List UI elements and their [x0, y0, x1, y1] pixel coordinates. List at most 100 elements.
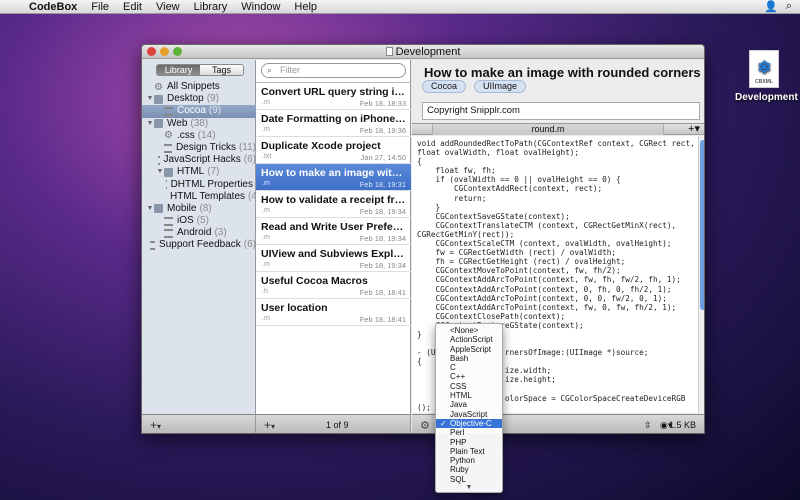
- snippet-list-item[interactable]: UIView and Subviews Exploded .m Feb 18, 19…: [256, 245, 411, 272]
- scrollbar-thumb[interactable]: [700, 140, 704, 310]
- folder-icon: [164, 167, 173, 177]
- snippet-title[interactable]: How to make an image with rounded corner…: [424, 65, 701, 80]
- language-stepper-icon[interactable]: ⇳: [644, 420, 652, 431]
- list-icon: [164, 106, 173, 116]
- language-option[interactable]: ActionScript: [436, 335, 502, 344]
- folder-icon: [154, 119, 163, 129]
- snippet-list-item[interactable]: How to make an image with rounded corner…: [256, 164, 411, 191]
- sidebar-item-all-snippets[interactable]: ⚙ All Snippets: [142, 81, 256, 93]
- tag-uiimage[interactable]: UIImage: [474, 80, 527, 93]
- tag-cocoa[interactable]: Cocoa: [422, 80, 467, 93]
- code-line: CGContextAddArcToPoint(context, 0, 0, fw…: [417, 293, 667, 303]
- snippet-item-date: Feb 18, 18:33: [359, 99, 406, 108]
- language-option[interactable]: JavaScript: [436, 410, 502, 419]
- add-file-label: +: [688, 123, 695, 135]
- menu-library[interactable]: Library: [187, 1, 235, 13]
- sidebar-item-support-feedback[interactable]: Support Feedback (6): [142, 239, 256, 251]
- gear-icon[interactable]: ⚙: [420, 419, 430, 432]
- language-option[interactable]: Bash: [436, 354, 502, 363]
- language-option-label: SQL: [450, 474, 467, 484]
- language-option[interactable]: <None>: [436, 326, 502, 335]
- menu-help[interactable]: Help: [287, 1, 324, 13]
- language-option[interactable]: Perl: [436, 428, 502, 437]
- language-option-label: HTML: [450, 391, 472, 401]
- sidebar-item-html-templates[interactable]: HTML Templates (4): [142, 191, 260, 203]
- sidebar-item-desktop[interactable]: ▼ Desktop (9): [142, 93, 256, 105]
- language-option[interactable]: PHP: [436, 438, 502, 447]
- language-option[interactable]: AppleScript: [436, 345, 502, 354]
- language-option[interactable]: Ruby: [436, 465, 502, 474]
- list-icon: [157, 155, 160, 165]
- sidebar-item-mobile[interactable]: ▼ Mobile (8): [142, 203, 256, 215]
- minimize-window-button[interactable]: [160, 47, 169, 56]
- desktop-file-label: Development: [735, 92, 798, 103]
- filter-search-input[interactable]: ⌕ Filter: [261, 63, 406, 78]
- snippet-list-item[interactable]: User location .m Feb 18, 18:41: [256, 299, 411, 326]
- user-icon[interactable]: 👤: [764, 0, 778, 13]
- disclosure-triangle-icon[interactable]: ▼: [146, 203, 154, 215]
- language-option[interactable]: HTML: [436, 391, 502, 400]
- smart-folder-icon: ⚙: [154, 81, 163, 93]
- desktop-file-icon[interactable]: ❄ CBXML Development: [735, 50, 798, 103]
- language-option[interactable]: CSS: [436, 382, 502, 391]
- snippet-item-date: Feb 18, 18:41: [359, 315, 406, 324]
- sidebar-item-design-tricks[interactable]: Design Tricks (11): [142, 142, 256, 154]
- tab-tags[interactable]: Tags: [200, 65, 243, 75]
- snippet-list-item[interactable]: Convert URL query string into NSDictiona…: [256, 83, 411, 110]
- file-tab-round-m[interactable]: round.m: [432, 124, 664, 135]
- code-scrollbar[interactable]: [698, 136, 704, 413]
- snippet-list-item[interactable]: Read and Write User Preferences.m Feb 18,…: [256, 218, 411, 245]
- disclosure-triangle-icon[interactable]: ▼: [146, 118, 154, 130]
- sidebar-item-javascript-hacks[interactable]: JavaScript Hacks (6): [142, 154, 256, 166]
- snippet-list-item[interactable]: Duplicate Xcode project .txt Jan 27, 14:50: [256, 137, 411, 164]
- zoom-window-button[interactable]: [173, 47, 182, 56]
- scroll-down-arrow-icon[interactable]: ▼: [436, 484, 502, 491]
- disclosure-triangle-icon[interactable]: ▼: [146, 93, 154, 105]
- snippet-list-item[interactable]: Date Formatting on iPhone and Cocoa.m Feb…: [256, 110, 411, 137]
- copyright-field[interactable]: Copyright Snipplr.com: [422, 102, 700, 120]
- language-option[interactable]: Plain Text: [436, 447, 502, 456]
- menu-window[interactable]: Window: [234, 1, 287, 13]
- library-tree: ⚙ All Snippets ▼ Desktop (9) Cocoa (9) ▼ Web (38)…: [142, 81, 260, 252]
- snippet-list-item[interactable]: How to validate a receipt from the Mac A…: [256, 191, 411, 218]
- menu-file[interactable]: File: [84, 1, 116, 13]
- language-option[interactable]: C: [436, 363, 502, 372]
- snippet-count: 1 of 9: [326, 420, 349, 430]
- snippet-item-date: Feb 18, 18:41: [359, 288, 406, 297]
- sidebar-item-html[interactable]: ▼ HTML (7): [142, 166, 256, 178]
- snippet-item-extension: .m: [262, 99, 270, 106]
- add-file-button[interactable]: +▾: [688, 124, 700, 135]
- tab-library[interactable]: Library: [157, 65, 200, 75]
- language-option[interactable]: Java: [436, 400, 502, 409]
- snippet-item-extension: .m: [262, 180, 270, 187]
- add-folder-button[interactable]: +▾: [150, 418, 161, 432]
- sidebar-item-web[interactable]: ▼ Web (38): [142, 118, 256, 130]
- window-titlebar[interactable]: Development: [142, 45, 704, 59]
- disclosure-triangle-icon[interactable]: ▼: [156, 166, 164, 178]
- list-icon: [150, 241, 156, 251]
- sidebar-item-dhtml-properties[interactable]: DHTML Properties: [142, 179, 256, 191]
- sidebar-item-label: .css: [177, 129, 195, 141]
- language-option-label: <None>: [450, 326, 479, 335]
- code-line: return;: [417, 193, 487, 203]
- close-window-button[interactable]: [147, 47, 156, 56]
- snippet-list-item[interactable]: Useful Cocoa Macros .h Feb 18, 18:41: [256, 272, 411, 299]
- snowflake-icon: ❄: [757, 58, 772, 77]
- sidebar-item-cocoa[interactable]: Cocoa (9): [142, 105, 256, 118]
- language-option[interactable]: ✓ Objective-C: [436, 418, 502, 429]
- smart-folder-icon: ⚙: [164, 130, 173, 142]
- menu-app-name[interactable]: CodeBox: [22, 1, 84, 13]
- sidebar-item-css[interactable]: ⚙ .css (14): [142, 130, 256, 142]
- language-option[interactable]: Python: [436, 456, 502, 465]
- sidebar-item-count: (14): [197, 129, 216, 141]
- menu-view[interactable]: View: [149, 1, 187, 13]
- sidebar-item-ios[interactable]: iOS (5): [142, 215, 256, 227]
- sidebar-item-android[interactable]: Android (3): [142, 227, 256, 239]
- code-line: CGContextAddRect(context, rect);: [417, 184, 603, 194]
- add-snippet-button[interactable]: +▾: [264, 418, 275, 432]
- language-option[interactable]: C++: [436, 372, 502, 381]
- menu-edit[interactable]: Edit: [116, 1, 149, 13]
- language-option[interactable]: SQL: [436, 475, 502, 484]
- spotlight-icon[interactable]: ⌕: [786, 0, 792, 13]
- language-option-label: Bash: [450, 353, 469, 363]
